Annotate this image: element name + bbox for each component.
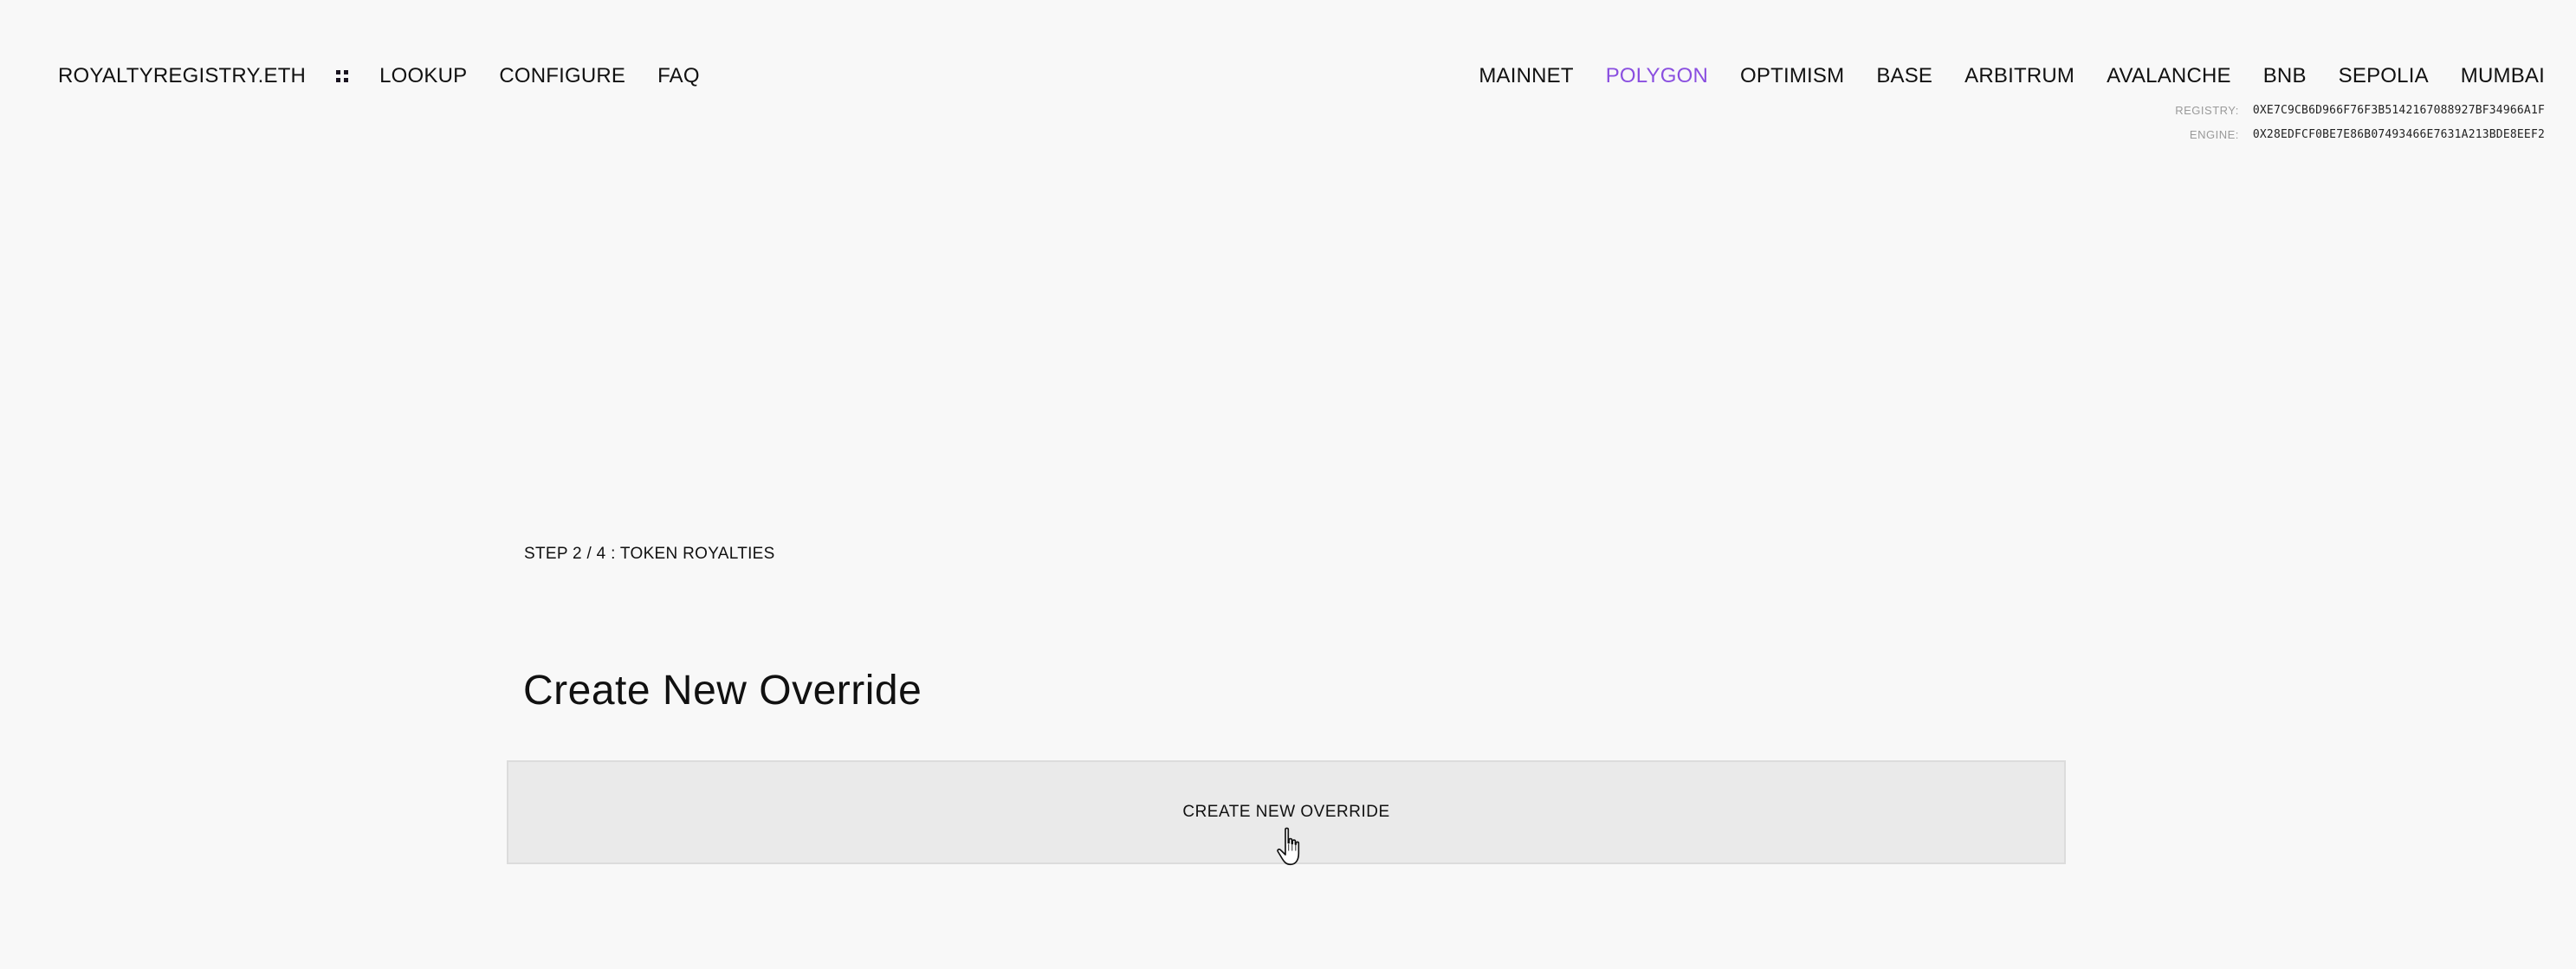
engine-address-row: ENGINE: 0X28EDFCF0BE7E86B07493466E7631A2… — [2175, 123, 2545, 147]
page-title: Create New Override — [523, 668, 922, 714]
registry-label: REGISTRY: — [2175, 104, 2239, 117]
nav-link-lookup[interactable]: LOOKUP — [379, 64, 467, 88]
brand-link[interactable]: ROYALTYREGISTRY.ETH — [58, 64, 306, 88]
contract-addresses: REGISTRY: 0XE7C9CB6D966F76F3B51421670889… — [2175, 99, 2545, 147]
network-polygon[interactable]: POLYGON — [1606, 64, 1708, 88]
network-base[interactable]: BASE — [1876, 64, 1932, 88]
dot — [336, 78, 341, 82]
network-bnb[interactable]: BNB — [2263, 64, 2307, 88]
network-selector: MAINNET POLYGON OPTIMISM BASE ARBITRUM A… — [1479, 63, 2545, 89]
step-indicator: STEP 2 / 4 : TOKEN ROYALTIES — [524, 545, 775, 563]
network-avalanche[interactable]: AVALANCHE — [2107, 64, 2231, 88]
top-nav-left: ROYALTYREGISTRY.ETH LOOKUP CONFIGURE FAQ — [58, 63, 732, 89]
dot — [344, 70, 349, 74]
network-optimism[interactable]: OPTIMISM — [1740, 64, 1844, 88]
registry-address-row: REGISTRY: 0XE7C9CB6D966F76F3B51421670889… — [2175, 99, 2545, 123]
engine-address[interactable]: 0X28EDFCF0BE7E86B07493466E7631A213BDE8EE… — [2253, 123, 2545, 147]
nav-link-faq[interactable]: FAQ — [657, 64, 700, 88]
network-arbitrum[interactable]: ARBITRUM — [1964, 64, 2074, 88]
create-new-override-button[interactable]: CREATE NEW OVERRIDE — [507, 760, 2066, 864]
dot — [336, 70, 341, 74]
network-mumbai[interactable]: MUMBAI — [2461, 64, 2545, 88]
network-mainnet[interactable]: MAINNET — [1479, 64, 1573, 88]
dot — [344, 78, 349, 82]
engine-label: ENGINE: — [2189, 128, 2239, 141]
registry-address[interactable]: 0XE7C9CB6D966F76F3B5142167088927BF34966A… — [2253, 99, 2545, 123]
create-new-override-label: CREATE NEW OVERRIDE — [1182, 803, 1390, 821]
nav-link-configure[interactable]: CONFIGURE — [499, 64, 625, 88]
grid-dots-icon[interactable] — [336, 70, 349, 82]
network-sepolia[interactable]: SEPOLIA — [2339, 64, 2429, 88]
